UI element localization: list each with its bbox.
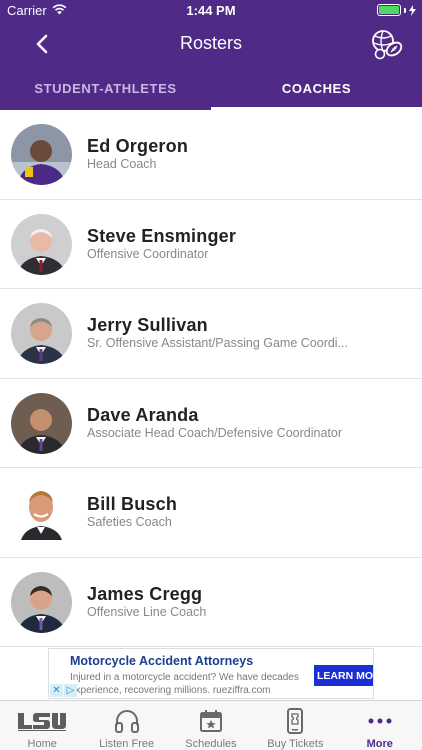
bottom-nav-label: Buy Tickets (267, 738, 324, 750)
avatar (11, 571, 72, 633)
bottom-nav-more[interactable]: More (338, 701, 422, 750)
coach-name: Dave Aranda (87, 404, 199, 425)
coach-name: Ed Orgeron (87, 136, 189, 156)
avatar (11, 392, 72, 454)
coach-title: Head Coach (87, 157, 157, 171)
ad-body: Injured in a motorcycle accident? We hav… (70, 672, 299, 696)
list-item-coach[interactable]: James Cregg Offensive Line Coach (0, 558, 422, 647)
more-dots-icon (367, 707, 393, 735)
ad-headline[interactable]: Motorcycle Accident Attorneys (70, 654, 253, 668)
charging-icon (409, 4, 416, 16)
battery-icon (377, 4, 416, 16)
coach-title: Associate Head Coach/Defensive Coordinat… (87, 425, 342, 440)
list-item-coach[interactable]: Jerry Sullivan Sr. Offensive Assistant/P… (0, 289, 422, 379)
avatar (11, 303, 72, 364)
coach-title: Safeties Coach (87, 515, 172, 529)
sports-balls-icon[interactable] (370, 27, 404, 61)
list-item-coach[interactable]: Bill Busch Safeties Coach (0, 468, 422, 558)
close-icon[interactable]: ✕ (50, 684, 63, 697)
calendar-star-icon (199, 707, 223, 735)
coach-list: Ed Orgeron Head Coach Steve Ensminger Of… (0, 110, 422, 647)
tab-coaches[interactable]: COACHES (211, 66, 422, 110)
avatar (11, 124, 72, 185)
tab-student-athletes[interactable]: STUDENT-ATHLETES (0, 66, 211, 110)
bottom-nav-label: Schedules (185, 738, 237, 750)
phone-ticket-icon (286, 707, 304, 735)
coach-title: Offensive Line Coach (87, 604, 207, 619)
bottom-nav-buy-tickets[interactable]: Buy Tickets (253, 701, 337, 750)
avatar (11, 482, 72, 543)
bottom-nav: Home Listen Free Schedules Buy Tickets M… (0, 700, 422, 750)
roster-tabs: STUDENT-ATHLETES COACHES (0, 66, 422, 110)
ad-learn-more-button[interactable]: LEARN MO (314, 665, 373, 686)
list-item-coach[interactable]: Ed Orgeron Head Coach (0, 110, 422, 200)
coach-name: James Cregg (87, 583, 203, 604)
bottom-nav-home[interactable]: Home (0, 701, 84, 750)
ad-choices[interactable]: ✕ ▷ (50, 684, 77, 697)
coach-title: Sr. Offensive Assistant/Passing Game Coo… (87, 336, 348, 350)
bottom-nav-label: Home (27, 738, 57, 750)
page-title: Rosters (179, 33, 242, 53)
nav-bar: Rosters (0, 22, 422, 66)
status-bar: Carrier 1:44 PM (0, 0, 422, 22)
bottom-nav-schedules[interactable]: Schedules (169, 701, 253, 750)
headphones-icon (114, 707, 140, 735)
lsu-logo-icon (16, 707, 68, 735)
coach-name: Bill Busch (87, 494, 178, 514)
ad-info-icon[interactable]: ▷ (64, 684, 77, 697)
bottom-nav-label: More (366, 738, 393, 750)
coach-name: Steve Ensminger (87, 225, 237, 246)
list-item-coach[interactable]: Steve Ensminger Offensive Coordinator (0, 200, 422, 289)
bottom-nav-listen-free[interactable]: Listen Free (84, 701, 168, 750)
bottom-nav-label: Listen Free (99, 738, 155, 750)
list-item-coach[interactable]: Dave Aranda Associate Head Coach/Defensi… (0, 379, 422, 468)
ad-banner[interactable]: Motorcycle Accident Attorneys Injured in… (48, 648, 374, 699)
coach-name: Jerry Sullivan (87, 315, 208, 335)
status-time: 1:44 PM (186, 3, 236, 18)
avatar (11, 213, 72, 275)
coach-title: Offensive Coordinator (87, 246, 209, 261)
